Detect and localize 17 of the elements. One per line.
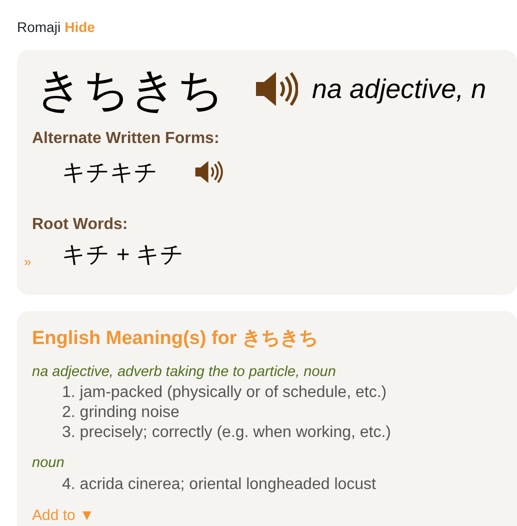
add-to-link[interactable]: Add to ▼	[32, 505, 94, 526]
romaji-label: Romaji	[17, 18, 61, 37]
alternate-form: キチキチ	[62, 158, 158, 187]
meaning-item: 3. precisely; correctly (e.g. when working, etc.)	[61, 423, 392, 444]
root-words: キチ + キチ	[62, 240, 184, 270]
meaning-item: 4. acrida cinerea; oriental longheaded locust	[61, 475, 377, 495]
meanings-title: English Meaning(s) for きちきち	[32, 327, 320, 351]
section-label: Alternate Written Forms:	[32, 128, 220, 149]
part-of-speech: na adjective, adverb taking the to particle, noun	[32, 362, 337, 382]
meaning-item: 1. jam-packed (physically or of schedule, etc.)	[61, 383, 388, 404]
section-label: Root Words:	[32, 215, 129, 236]
entry-word: きちきち	[35, 64, 224, 115]
expand-marker[interactable]: »	[24, 252, 54, 272]
part-of-speech: noun	[32, 454, 66, 474]
hide-link[interactable]: Hide	[64, 17, 95, 38]
part-of-speech: na adjective, n	[312, 73, 486, 106]
meaning-item: 2. grinding noise	[61, 403, 180, 424]
